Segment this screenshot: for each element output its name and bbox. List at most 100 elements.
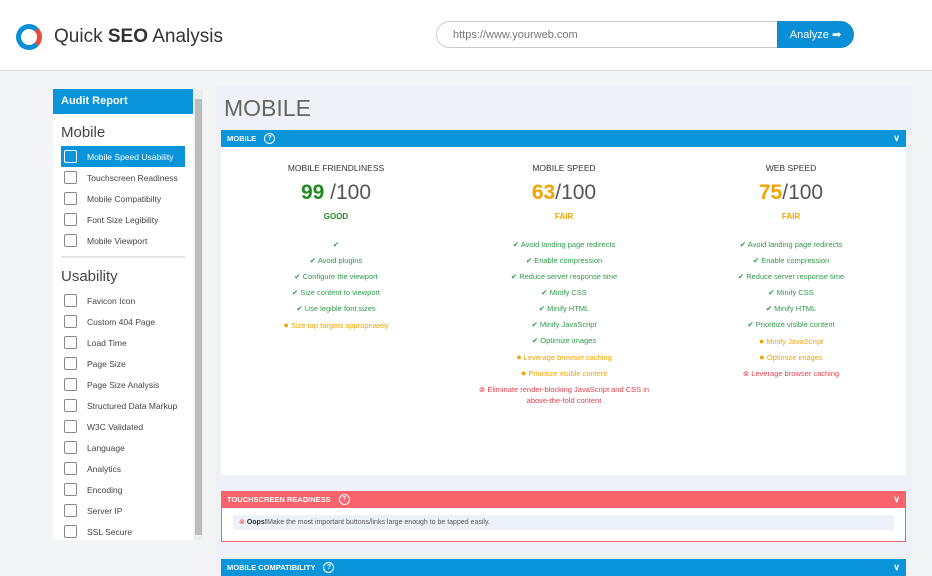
sidebar-item[interactable]: Custom 404 Page — [61, 311, 185, 332]
touchscreen-section-body: ⊗ Oops!Make the most important buttons/l… — [221, 508, 906, 542]
score-column: MOBILE FRIENDLINESS 99 /100 GOOD ✔ ✔ Avoi… — [221, 163, 451, 333]
check-item: ✔ Prioritize visible content — [747, 320, 835, 329]
error-icon: ⊗ — [478, 385, 486, 394]
check-icon: ✔ — [541, 288, 548, 297]
column-title: MOBILE FRIENDLINESS — [287, 163, 385, 173]
brand-name: Quick SEO Analysis — [54, 26, 223, 47]
item-icon — [64, 399, 77, 412]
score-column: MOBILE SPEED 63/100 FAIR ✔ Avoid landing … — [449, 163, 679, 409]
url-input[interactable] — [436, 21, 777, 48]
sidebar-item-label: Touchscreen Readiness — [87, 172, 178, 183]
sidebar-item[interactable]: Mobile Compatibilty — [61, 188, 185, 209]
help-icon[interactable]: ? — [323, 562, 335, 573]
item-icon — [64, 525, 77, 538]
sidebar-item-label: Language — [87, 442, 125, 453]
item-icon — [64, 504, 77, 517]
sidebar-item-label: Mobile Speed Usability — [87, 151, 174, 162]
sidebar-item-label: Analytics — [87, 463, 122, 474]
check-icon: ✔ — [294, 272, 301, 281]
sidebar-item[interactable]: Language — [61, 437, 185, 458]
score: 99 /100 — [300, 181, 372, 204]
help-icon[interactable]: ? — [338, 494, 350, 505]
sidebar-item[interactable]: Encoding — [61, 479, 185, 500]
check-item: ✔ Reduce server response time — [737, 272, 845, 281]
item-icon — [64, 357, 77, 370]
check-icon: ✔ — [737, 272, 745, 281]
column-title: MOBILE SPEED — [532, 163, 596, 173]
touchscreen-section-header[interactable]: TOUCHSCREEN READINESS? ∨ — [221, 491, 906, 508]
check-item: ✔ Configure the viewport — [294, 272, 378, 281]
check-item: ✔ Avoid landing page redirects — [512, 240, 616, 249]
check-icon: ✔ — [296, 304, 303, 313]
help-icon[interactable]: ? — [264, 133, 276, 144]
sidebar-item[interactable]: Analytics — [61, 458, 185, 479]
section-label: MOBILE — [227, 134, 257, 143]
sidebar-item[interactable]: Structured Data Markup — [61, 395, 185, 416]
scrollbar-thumb[interactable] — [195, 99, 202, 535]
sidebar-item[interactable]: Font Size Legibility — [61, 209, 185, 230]
sidebar-item-label: Font Size Legibility — [87, 214, 159, 225]
logo[interactable]: Quick SEO Analysis — [16, 24, 223, 50]
mobile-section-body: MOBILE FRIENDLINESS 99 /100 GOOD ✔ ✔ Avoi… — [221, 147, 906, 475]
section-label: MOBILE COMPATIBILITY — [227, 563, 316, 572]
check-item: ✔ Enable compression — [752, 256, 830, 265]
check-icon: ✔ — [291, 288, 299, 297]
sidebar-item[interactable]: Page Size — [61, 353, 185, 374]
mobile-section-header[interactable]: MOBILE? ∨ — [221, 130, 906, 147]
compat-section-header[interactable]: MOBILE COMPATIBILITY? ∨ — [221, 559, 906, 576]
score-column: WEB SPEED 75/100 FAIR ✔ Avoid landing pag… — [676, 163, 906, 382]
check-item: ● Leverage browser caching — [516, 352, 612, 362]
sidebar-item[interactable]: Load Time — [61, 332, 185, 353]
search-bar: Analyze ➡ — [436, 21, 854, 48]
check-item: ✔ Optimize images — [531, 336, 597, 345]
check-item: ✔ Avoid plugins — [309, 256, 363, 265]
section-label: TOUCHSCREEN READINESS — [227, 495, 331, 504]
check-icon: ✔ — [747, 320, 754, 329]
check-item: ⊗ Eliminate render-blocking JavaScript a… — [478, 385, 650, 405]
column-title: WEB SPEED — [765, 163, 817, 173]
item-icon — [64, 192, 77, 205]
sidebar-scrollbar[interactable] — [194, 89, 203, 540]
check-item: ✔ Minify CSS — [541, 288, 587, 297]
check-icon: ✔ — [531, 320, 538, 329]
page-title: MOBILE — [224, 95, 311, 121]
chevron-down-icon[interactable]: ∨ — [893, 133, 900, 144]
analyze-button[interactable]: Analyze ➡ — [777, 21, 854, 48]
check-icon: ✔ — [752, 256, 760, 265]
check-icon: ✔ — [768, 288, 775, 297]
check-item: ● Minify JavaScript — [758, 336, 824, 346]
check-item: ✔ Minify HTML — [538, 304, 590, 313]
sidebar-item[interactable]: Server IP — [61, 500, 185, 521]
item-icon — [64, 234, 77, 247]
item-icon — [64, 150, 77, 163]
check-item: ✔ Size content to viewport — [291, 288, 381, 297]
sidebar-item[interactable]: Page Size Analysis — [61, 374, 185, 395]
item-icon — [64, 441, 77, 454]
check-item: ✔ Enable compression — [525, 256, 603, 265]
item-icon — [64, 171, 77, 184]
sidebar-item-label: Mobile Compatibilty — [87, 193, 162, 204]
check-icon: ✔ — [510, 272, 518, 281]
sidebar-item-label: Favicon Icon — [87, 295, 136, 306]
check-item: ✔ Use legible font sizes — [296, 304, 376, 313]
rating: GOOD — [323, 212, 349, 221]
sidebar-item-label: Encoding — [87, 484, 123, 495]
item-icon — [64, 213, 77, 226]
sidebar-item-label: Structured Data Markup — [87, 400, 178, 411]
sidebar-item-label: Page Size Analysis — [87, 379, 160, 390]
sidebar-item[interactable]: Favicon Icon — [61, 290, 185, 311]
sidebar-item-label: Page Size — [87, 358, 126, 369]
sidebar-item[interactable]: Mobile Speed Usability — [61, 146, 185, 167]
sidebar-item[interactable]: SSL Secure — [61, 521, 185, 542]
check-item: ● Prioritize visible content — [520, 368, 608, 378]
chevron-down-icon[interactable]: ∨ — [893, 494, 900, 505]
chevron-down-icon[interactable]: ∨ — [893, 562, 900, 573]
warning-icon: ● — [520, 368, 527, 378]
error-icon: ⊗ — [742, 369, 750, 378]
sidebar-item[interactable]: W3C Validated — [61, 416, 185, 437]
check-icon: ✔ — [525, 256, 533, 265]
main-content: MOBILE MOBILE? ∨ MOBILE FRIENDLINESS 99 /… — [216, 85, 912, 576]
sidebar-item[interactable]: Touchscreen Readiness — [61, 167, 185, 188]
sidebar-item[interactable]: Mobile Viewport — [61, 230, 185, 251]
warning-icon: ● — [759, 352, 765, 362]
